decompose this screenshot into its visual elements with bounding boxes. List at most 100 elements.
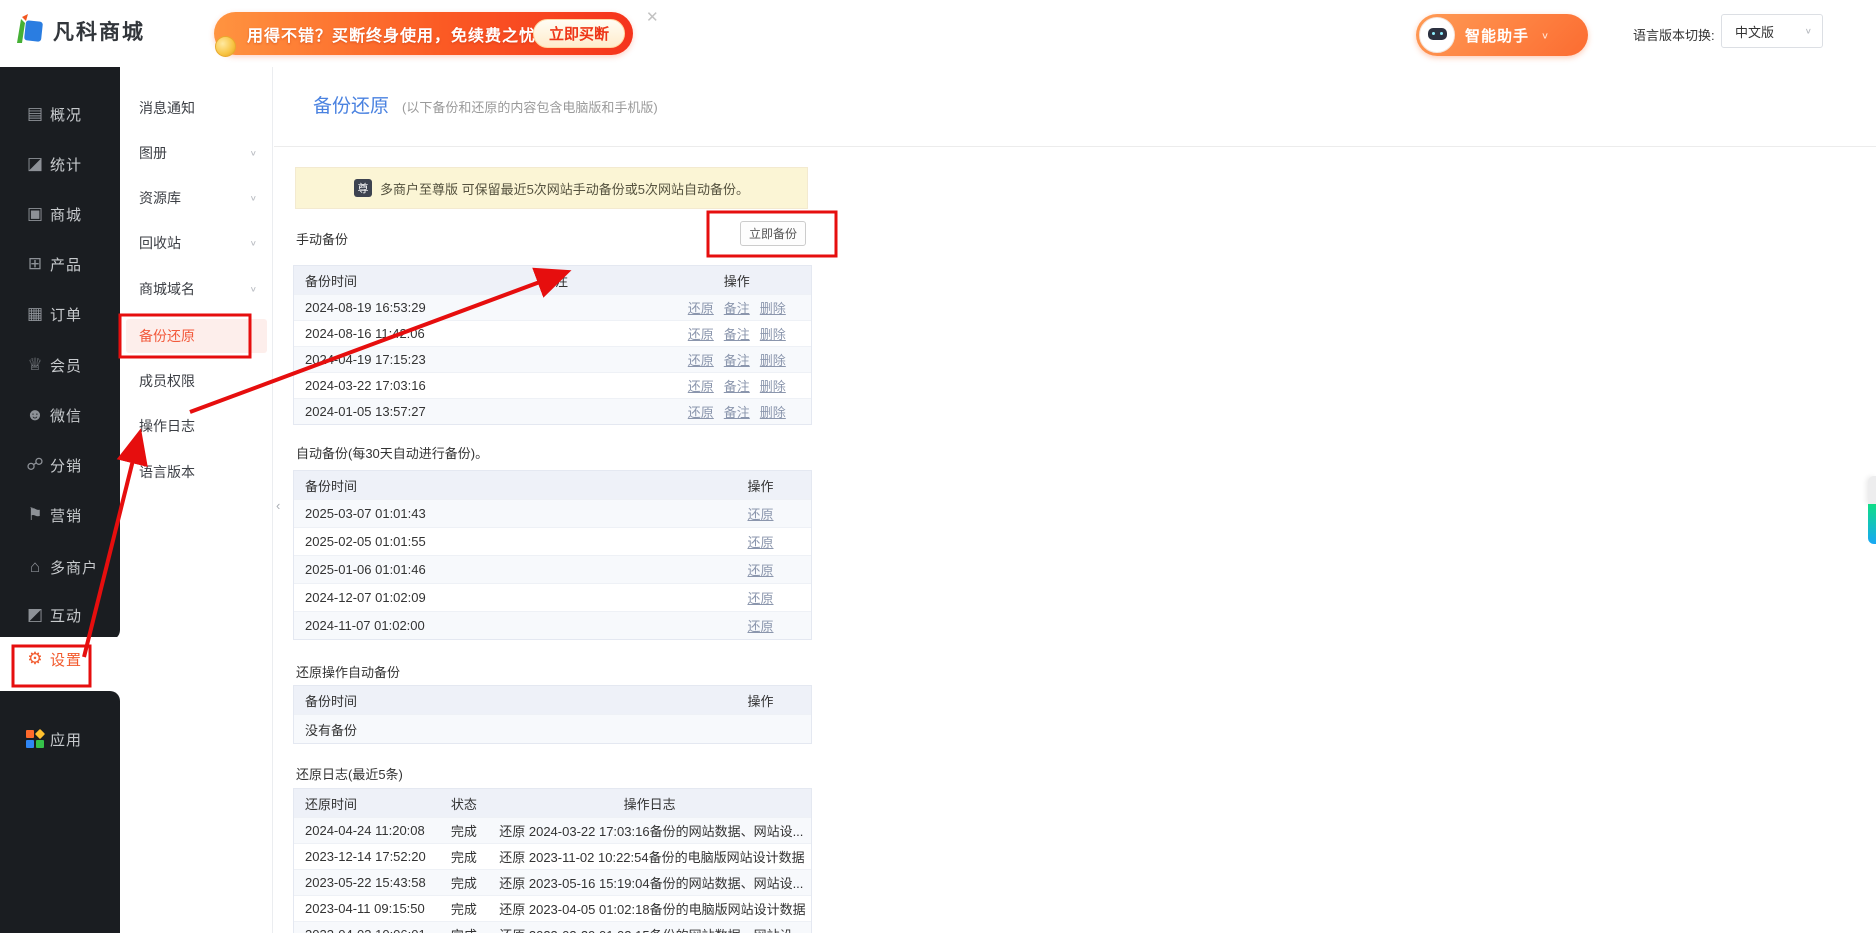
note-cell <box>447 399 662 424</box>
actions-cell: 还原 备注 删除 <box>663 347 811 372</box>
robot-avatar <box>1419 17 1455 53</box>
language-select[interactable]: 中文版 ∨ <box>1721 14 1823 48</box>
feedback-side-widget[interactable] <box>1868 504 1876 544</box>
submenu-item-language[interactable]: 语言版本 <box>126 455 267 489</box>
action-link[interactable]: 还原 <box>688 350 714 369</box>
auto-backup-label: 自动备份(每30天自动进行备份)。 <box>296 446 489 461</box>
action-link[interactable]: 删除 <box>760 376 786 395</box>
sidebar-item-order[interactable]: ▦ 订单 <box>0 297 120 331</box>
restore-time-cell: 2023-04-03 10:06:01 <box>294 922 439 933</box>
action-link[interactable]: 还原 <box>688 298 714 317</box>
action-link[interactable]: 还原 <box>747 532 773 551</box>
submenu-item-logs[interactable]: 操作日志 <box>126 409 267 443</box>
submenu-item-recycle[interactable]: 回收站 ∨ <box>126 226 267 260</box>
settings-submenu: 消息通知 图册 ∨ 资源库 ∨ 回收站 ∨ 商城域名 ∨ 备份还原 成员权限 操作日志 语言版本 <box>120 67 273 933</box>
restore-time-cell: 2024-04-24 11:20:08 <box>305 823 425 838</box>
action-link[interactable]: 还原 <box>688 376 714 395</box>
action-link[interactable]: 还原 <box>747 504 773 523</box>
restore-op-backup-table: 备份时间 操作 没有备份 <box>293 685 812 744</box>
actions-cell: 还原 备注 删除 <box>663 399 811 424</box>
sidebar-item-interaction[interactable]: ◩ 互动 <box>0 598 120 632</box>
smart-assistant-button[interactable]: 智能助手 ∨ <box>1416 14 1588 56</box>
apps-icon <box>26 728 46 748</box>
product-icon: ⊞ <box>27 254 43 273</box>
sidebar-item-member[interactable]: ♕ 会员 <box>0 348 120 382</box>
sidebar-item-label: 商城 <box>50 206 83 224</box>
submenu-item-resources[interactable]: 资源库 ∨ <box>126 181 267 215</box>
submenu-item-backup[interactable]: 备份还原 <box>126 319 267 353</box>
buyout-now-button[interactable]: 立即买断 <box>532 19 625 48</box>
submenu-item-albums[interactable]: 图册 ∨ <box>126 136 267 170</box>
note-cell <box>447 295 662 320</box>
table-row: 2024-04-24 11:20:08 完成 还原 2024-03-22 17:03… <box>294 817 811 843</box>
sidebar-item-marketing[interactable]: ⚑ 营销 <box>0 498 120 532</box>
action-link[interactable]: 备注 <box>724 376 750 395</box>
sidebar-item-label: 会员 <box>50 357 83 375</box>
action-link[interactable]: 备注 <box>724 402 750 421</box>
close-icon[interactable]: ✕ <box>646 8 659 26</box>
sidebar-item-label: 产品 <box>50 256 83 274</box>
backup-time-cell: 2025-02-05 01:01:55 <box>305 534 426 549</box>
action-link[interactable]: 还原 <box>747 560 773 579</box>
action-link[interactable]: 备注 <box>724 298 750 317</box>
action-link[interactable]: 还原 <box>747 588 773 607</box>
sidebar-item-label: 微信 <box>50 407 83 425</box>
action-link[interactable]: 备注 <box>724 324 750 343</box>
actions-cell: 还原 <box>710 584 811 611</box>
restore-log-table: 还原时间 状态 操作日志 2024-04-24 11:20:08 完成 还原 2024-0… <box>293 788 812 933</box>
sidebar-item-label: 订单 <box>50 306 83 324</box>
action-link[interactable]: 还原 <box>688 402 714 421</box>
table-row: 2024-08-19 16:53:29 还原 备注 删除 <box>294 294 811 320</box>
order-icon: ▦ <box>26 304 44 323</box>
note-cell <box>447 347 662 372</box>
action-link[interactable]: 删除 <box>760 350 786 369</box>
submenu-item-notifications[interactable]: 消息通知 <box>126 91 267 125</box>
action-link[interactable]: 备注 <box>724 350 750 369</box>
stats-icon: ◪ <box>26 154 44 173</box>
sidebar-item-mall[interactable]: ▣ 商城 <box>0 197 120 231</box>
action-link[interactable]: 还原 <box>747 616 773 635</box>
chevron-down-icon: ∨ <box>249 193 257 203</box>
table-row: 2024-04-19 17:15:23 还原 备注 删除 <box>294 346 811 372</box>
sidebar-item-multimerchant[interactable]: ⌂ 多商户 <box>0 550 120 584</box>
backup-time-cell: 2025-03-07 01:01:43 <box>305 506 426 521</box>
premium-badge-icon: 尊 <box>353 179 372 197</box>
submenu-item-label: 备份还原 <box>139 328 195 344</box>
table-row: 2025-01-06 01:01:46 还原 <box>294 555 811 583</box>
restore-log-header-row: 还原时间 状态 操作日志 <box>294 789 811 817</box>
log-cell: 还原 2024-03-22 17:03:16备份的网站数据、网站设... <box>499 824 804 839</box>
sidebar-item-overview[interactable]: ▤ 概况 <box>0 97 120 131</box>
sidebar-item-settings[interactable]: ⚙ 设置 <box>0 637 120 681</box>
sidebar-item-stats[interactable]: ◪ 统计 <box>0 147 120 181</box>
sidebar-item-apps[interactable]: 应用 <box>0 722 120 756</box>
table-row: 2025-02-05 01:01:55 还原 <box>294 527 811 555</box>
submenu-item-domain[interactable]: 商城域名 ∨ <box>126 272 267 306</box>
sidebar-item-label: 互动 <box>50 607 83 625</box>
table-row: 2024-11-07 01:02:00 还原 <box>294 611 811 639</box>
action-link[interactable]: 删除 <box>760 324 786 343</box>
page-subtitle: (以下备份和还原的内容包含电脑版和手机版) <box>402 100 658 115</box>
sidebar-item-product[interactable]: ⊞ 产品 <box>0 247 120 281</box>
collapse-icon[interactable]: ‹ <box>276 498 280 513</box>
backup-time-cell: 2024-08-16 11:42:06 <box>305 326 425 341</box>
member-icon: ♕ <box>27 355 43 374</box>
sidebar-item-label: 应用 <box>50 731 83 749</box>
column-header: 状态 <box>450 796 477 812</box>
actions-cell: 还原 <box>710 612 811 639</box>
promo-banner[interactable]: 用得不错？买断终身使用，免续费之忧！ 立即买断 <box>214 12 633 57</box>
restore-op-backup-header-row: 备份时间 操作 <box>294 686 811 714</box>
backup-time-cell: 2024-08-19 16:53:29 <box>305 300 426 315</box>
action-link[interactable]: 还原 <box>688 324 714 343</box>
submenu-item-permissions[interactable]: 成员权限 <box>126 364 267 398</box>
column-header: 操作日志 <box>623 796 676 812</box>
sidebar-item-wechat[interactable]: ☻ 微信 <box>0 398 120 432</box>
submenu-item-label: 商城域名 <box>139 281 195 297</box>
action-link[interactable]: 删除 <box>760 298 786 317</box>
action-link[interactable]: 删除 <box>760 402 786 421</box>
chevron-down-icon: ∨ <box>249 238 257 248</box>
sidebar-item-distribution[interactable]: ☍ 分销 <box>0 448 120 482</box>
table-row: 2023-04-03 10:06:01完成还原 2023-03-29 01:02… <box>294 921 811 933</box>
title-divider <box>274 146 1876 147</box>
backup-now-button[interactable]: 立即备份 <box>740 221 806 246</box>
status-cell: 完成 <box>439 922 488 933</box>
